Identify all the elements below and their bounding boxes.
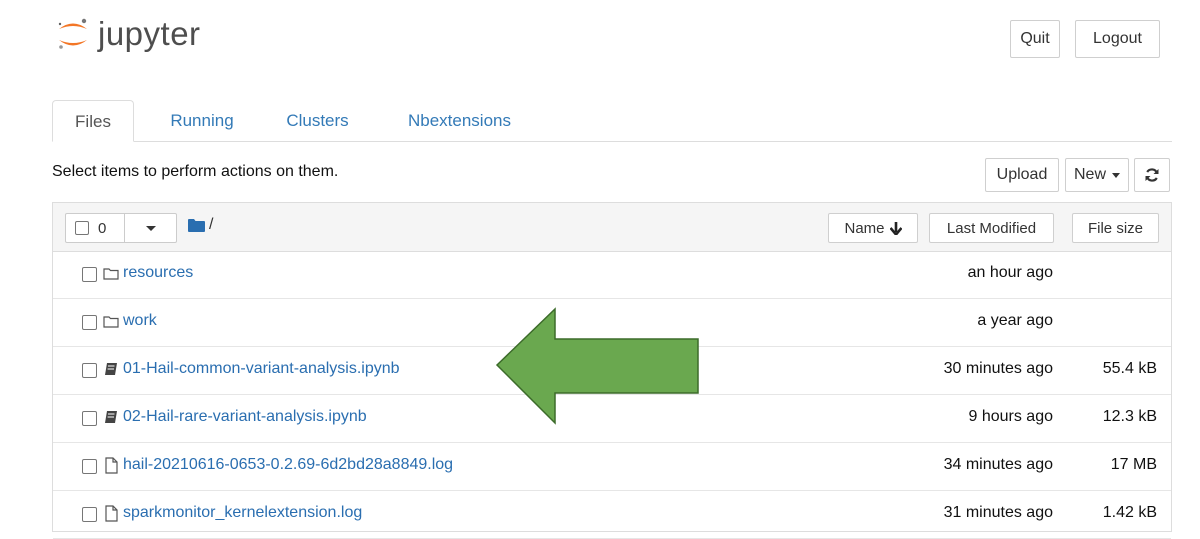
item-last-modified: 9 hours ago	[968, 408, 1053, 425]
jupyter-logo-icon	[58, 18, 87, 49]
breadcrumb-path[interactable]: /	[209, 216, 213, 234]
tab-bar: Files Running Clusters Nbextensions	[52, 100, 1172, 142]
logo-text: jupyter	[98, 15, 201, 52]
caret-down-icon	[1112, 172, 1120, 178]
select-divider	[124, 214, 125, 242]
item-file-size: 17 MB	[1110, 456, 1157, 473]
sort-by-file-size-button[interactable]: File size	[1072, 213, 1159, 243]
item-checkbox[interactable]	[82, 459, 97, 474]
item-name[interactable]: hail-20210616-0653-0.2.69-6d2bd28a8849.l…	[123, 456, 453, 474]
selected-count: 0	[98, 220, 107, 237]
item-checkbox[interactable]	[82, 267, 97, 282]
notebook-icon	[105, 363, 117, 375]
item-checkbox[interactable]	[82, 315, 97, 330]
sort-name-label: Name	[844, 219, 885, 237]
item-name[interactable]: sparkmonitor_kernelextension.log	[123, 504, 362, 522]
item-name[interactable]: resources	[123, 264, 193, 282]
tab-clusters[interactable]: Clusters	[280, 100, 355, 141]
upload-button[interactable]: Upload	[985, 158, 1059, 192]
refresh-button[interactable]	[1134, 158, 1170, 192]
item-file-size: 12.3 kB	[1102, 408, 1157, 425]
notebook-icon	[105, 411, 117, 423]
item-last-modified: 30 minutes ago	[943, 360, 1053, 377]
tab-files[interactable]: Files	[52, 100, 134, 142]
new-button[interactable]: New	[1065, 158, 1129, 192]
tab-running[interactable]: Running	[162, 100, 242, 141]
list-item[interactable]: resources an hour ago	[53, 251, 1171, 299]
file-icon	[105, 505, 118, 522]
folder-solid-icon[interactable]	[188, 219, 205, 232]
sort-by-name-button[interactable]: Name	[828, 213, 918, 243]
list-item[interactable]: hail-20210616-0653-0.2.69-6d2bd28a8849.l…	[53, 443, 1171, 491]
item-checkbox[interactable]	[82, 411, 97, 426]
item-last-modified: an hour ago	[967, 264, 1053, 281]
arrow-down-icon	[889, 221, 902, 235]
select-all-checkbox[interactable]	[75, 221, 89, 235]
new-button-label: New	[1073, 166, 1106, 183]
item-name[interactable]: work	[123, 312, 157, 330]
item-last-modified: a year ago	[977, 312, 1053, 329]
refresh-icon	[1145, 168, 1159, 182]
sort-by-last-modified-button[interactable]: Last Modified	[929, 213, 1054, 243]
item-file-size: 1.42 kB	[1102, 504, 1157, 521]
list-item[interactable]: sparkmonitor_kernelextension.log 31 minu…	[53, 491, 1171, 539]
file-icon	[105, 457, 118, 474]
folder-icon	[103, 268, 119, 280]
folder-icon	[103, 316, 119, 328]
item-name[interactable]: 02-Hail-rare-variant-analysis.ipynb	[123, 408, 367, 426]
item-file-size: 55.4 kB	[1102, 360, 1157, 377]
select-all-control[interactable]: 0	[65, 213, 177, 243]
item-last-modified: 31 minutes ago	[943, 504, 1053, 521]
jupyter-logo[interactable]: jupyter	[52, 14, 201, 54]
instructions-text: Select items to perform actions on them.	[52, 163, 339, 180]
item-name[interactable]: 01-Hail-common-variant-analysis.ipynb	[123, 360, 400, 378]
item-last-modified: 34 minutes ago	[943, 456, 1053, 473]
logout-button[interactable]: Logout	[1075, 20, 1160, 58]
item-checkbox[interactable]	[82, 363, 97, 378]
green-arrow-annotation	[495, 307, 699, 425]
file-list-header: 0 / Name Last Modified File size	[53, 203, 1171, 252]
tab-nbextensions[interactable]: Nbextensions	[397, 100, 522, 141]
item-checkbox[interactable]	[82, 507, 97, 522]
chevron-down-icon[interactable]	[146, 226, 156, 231]
quit-button[interactable]: Quit	[1010, 20, 1060, 58]
header-bar: jupyter Quit Logout	[0, 0, 1200, 88]
